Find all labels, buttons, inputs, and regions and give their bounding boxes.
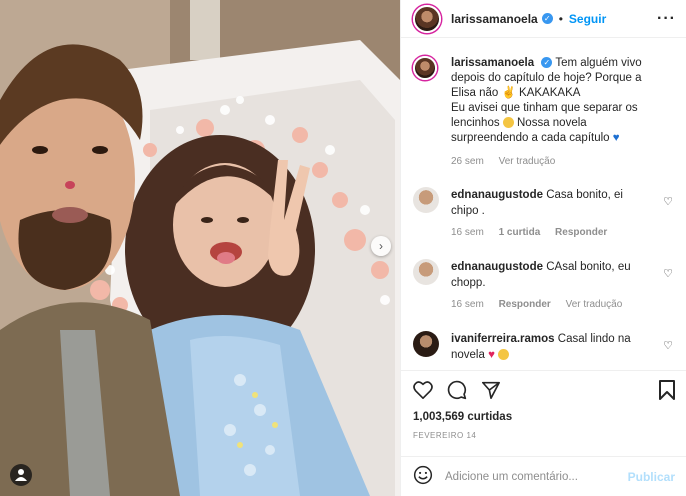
smile-emoji-icon xyxy=(498,349,510,361)
commenter-username[interactable]: ivaniferreira.ramos xyxy=(451,333,555,345)
comment-translate-link[interactable]: Ver tradução xyxy=(566,299,623,310)
caption-translate-link[interactable]: Ver tradução xyxy=(499,156,556,167)
emoji-icon[interactable] xyxy=(413,465,433,488)
comment-text-2: chopp. xyxy=(451,277,486,289)
comment-text-1: Casal lindo na xyxy=(557,333,631,345)
sad-face-emoji-icon xyxy=(502,117,514,129)
comments-list[interactable]: larissamanoela ✓ Tem alguém vivo depois … xyxy=(401,46,686,366)
share-icon[interactable] xyxy=(481,381,501,402)
peace-hand-emoji-icon: ✌ xyxy=(501,87,516,99)
caption-username[interactable]: larissamanoela xyxy=(451,57,534,69)
commenter-avatar[interactable] xyxy=(413,331,439,357)
comment-likes[interactable]: 1 curtida xyxy=(499,227,541,238)
red-heart-emoji-icon: ♥ xyxy=(488,349,495,361)
post-actions: 1,003,569 curtidas Fevereiro 14 xyxy=(401,370,686,440)
comment-heart-icon[interactable]: ♡ xyxy=(663,339,673,352)
comment-age: 16 sem xyxy=(451,299,484,310)
comment-composer: Publicar xyxy=(401,456,686,496)
comment-item: ednanaugustode CAsal bonito, eu chopp. 1… xyxy=(413,259,675,313)
verified-badge-icon: ✓ xyxy=(541,57,553,69)
photo-illustration xyxy=(0,0,400,496)
caption-meta: 26 sem Ver tradução xyxy=(451,154,671,169)
bookmark-icon[interactable] xyxy=(659,379,675,403)
caption-age: 26 sem xyxy=(451,156,484,167)
comment-meta: 16 sem Responder Ver tradução xyxy=(451,297,671,313)
caption-avatar[interactable] xyxy=(413,56,437,80)
caption-text-6: surpreendendo a cada capítulo xyxy=(451,132,610,144)
more-icon[interactable]: ··· xyxy=(657,10,676,28)
user-tag-icon xyxy=(15,469,27,481)
separator-dot: • xyxy=(558,11,563,26)
likes-count[interactable]: 1,003,569 curtidas xyxy=(413,411,675,423)
caption-text-5-tail: Nossa novela xyxy=(517,117,587,129)
caption-text-1: Tem alguém vivo xyxy=(555,57,642,69)
avatar[interactable] xyxy=(413,4,441,33)
caption-text-3: Elisa não xyxy=(451,87,499,99)
comment-text-1: CAsal bonito, eu xyxy=(546,261,631,273)
post-header: larissamanoela ✓ • Seguir ··· xyxy=(401,0,686,38)
next-photo-button[interactable]: › xyxy=(371,236,391,256)
caption-text-3-tail: KAKAKAKA xyxy=(519,87,581,99)
heart-icon[interactable] xyxy=(413,380,433,402)
follow-button[interactable]: Seguir xyxy=(569,12,606,26)
chevron-right-icon: › xyxy=(379,239,383,253)
blue-heart-emoji-icon: ♥ xyxy=(612,132,620,144)
caption-text-4: Eu avisei que tinham que separar os xyxy=(451,102,638,114)
comment-text-1: Casa bonito, ei xyxy=(546,189,623,201)
reply-button[interactable]: Responder xyxy=(499,299,551,310)
author-username[interactable]: larissamanoela xyxy=(451,12,538,26)
comment-text-2: novela xyxy=(451,349,485,361)
comment-age: 16 sem xyxy=(451,227,484,238)
commenter-username[interactable]: ednanaugustode xyxy=(451,189,543,201)
caption-text-2: depois do capítulo de hoje? Porque a xyxy=(451,72,642,84)
comment-input[interactable] xyxy=(445,470,628,483)
comment-item: ivaniferreira.ramos Casal lindo na novel… xyxy=(413,331,675,363)
comment-heart-icon[interactable]: ♡ xyxy=(663,267,673,280)
user-tag-button[interactable] xyxy=(10,464,32,486)
post-caption: larissamanoela ✓ Tem alguém vivo depois … xyxy=(413,46,675,169)
comment-icon[interactable] xyxy=(447,380,467,403)
verified-badge-icon: ✓ xyxy=(541,13,553,24)
comment-text-2: chipo . xyxy=(451,205,485,217)
post-date: Fevereiro 14 xyxy=(413,431,477,440)
comment-heart-icon[interactable]: ♡ xyxy=(663,195,673,208)
commenter-avatar[interactable] xyxy=(413,259,439,285)
commenter-username[interactable]: ednanaugustode xyxy=(451,261,543,273)
publish-button[interactable]: Publicar xyxy=(628,470,675,484)
caption-text-5: lencinhos xyxy=(451,117,500,129)
reply-button[interactable]: Responder xyxy=(555,227,607,238)
comment-meta: 16 sem 1 curtida Responder xyxy=(451,225,671,241)
commenter-avatar[interactable] xyxy=(413,187,439,213)
post-photo[interactable]: › xyxy=(0,0,400,496)
comment-item: ednanaugustode Casa bonito, ei chipo . 1… xyxy=(413,187,675,241)
post-side-panel: larissamanoela ✓ • Seguir ··· larissaman… xyxy=(400,0,686,496)
